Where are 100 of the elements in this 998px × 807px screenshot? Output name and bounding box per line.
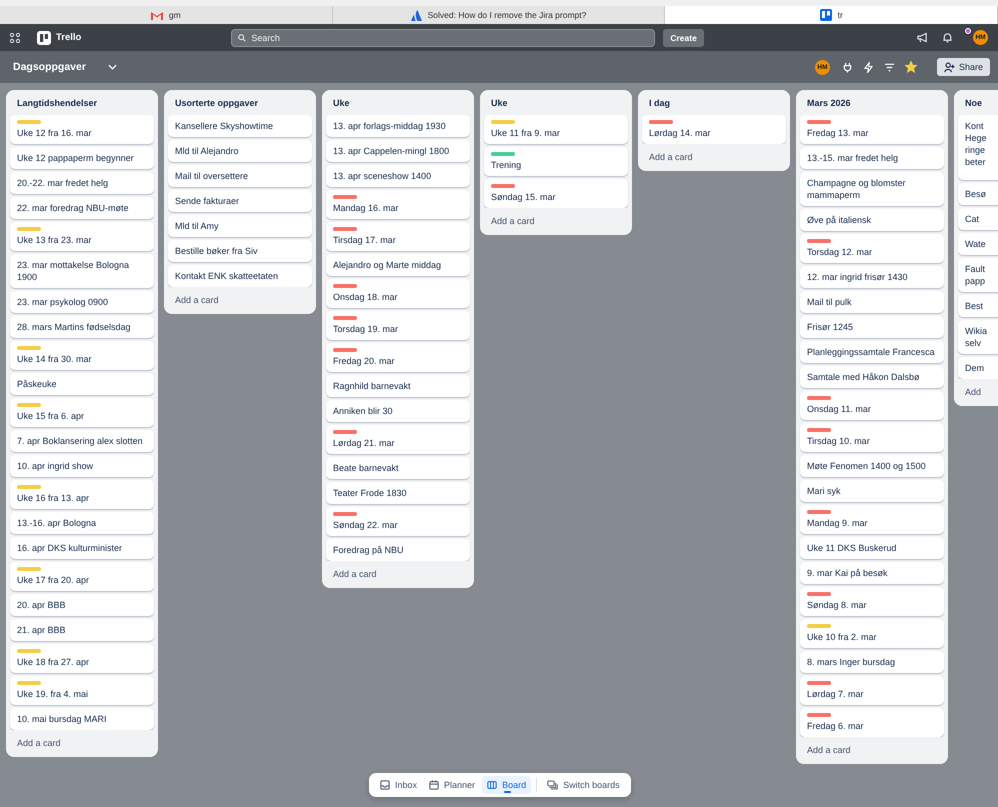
card[interactable]: Fredag 6. mar (800, 708, 944, 737)
card[interactable]: Sende fakturaer (168, 190, 312, 212)
card[interactable]: Champagne og blomster mammaperm (800, 172, 944, 206)
add-card-button[interactable]: Add a card (796, 737, 948, 764)
card[interactable]: Påskeuke (10, 373, 154, 395)
card[interactable]: Fault papp (958, 258, 998, 292)
card[interactable]: 12. mar ingrid frisør 1430 (800, 266, 944, 288)
card[interactable]: Teater Frode 1830 (326, 482, 470, 504)
list-title[interactable]: Langtidshendelser (6, 90, 158, 115)
add-card-button[interactable]: Add a card (164, 287, 316, 314)
card[interactable]: 13. apr forlags-middag 1930 (326, 115, 470, 137)
card[interactable]: Alejandro og Marte middag (326, 254, 470, 276)
card[interactable]: 23. mar mottakelse Bologna 1900 (10, 254, 154, 288)
card[interactable]: Fredag 13. mar (800, 115, 944, 144)
card[interactable]: Søndag 8. mar (800, 587, 944, 616)
card[interactable]: Mandag 9. mar (800, 505, 944, 534)
card[interactable]: Mld til Amy (168, 215, 312, 237)
card[interactable]: 13.-16. apr Bologna (10, 512, 154, 534)
card[interactable]: Frisør 1245 (800, 316, 944, 338)
card[interactable]: Møte Fenomen 1400 og 1500 (800, 455, 944, 477)
card[interactable]: Tirsdag 10. mar (800, 423, 944, 452)
card[interactable]: Samtale med Håkon Dalsbø (800, 366, 944, 388)
card[interactable]: 16. apr DKS kulturminister (10, 537, 154, 559)
nav-tab[interactable]: Inbox (375, 776, 422, 794)
card[interactable]: Uke 11 DKS Buskerud (800, 537, 944, 559)
add-card-button[interactable]: Add a card (6, 730, 158, 757)
share-button[interactable]: Share (936, 58, 990, 76)
card[interactable]: 20. apr BBB (10, 594, 154, 616)
list-title[interactable]: Usorterte oppgaver (164, 90, 316, 115)
card[interactable]: Uke 15 fra 6. apr (10, 398, 154, 427)
board-title[interactable]: Dagsoppgaver (13, 61, 86, 73)
list-title[interactable]: I dag (638, 90, 790, 115)
filter-icon[interactable] (884, 62, 895, 72)
lightning-icon[interactable] (862, 62, 874, 72)
megaphone-icon[interactable] (917, 32, 928, 43)
card[interactable]: Planleggingssamtale Francesca (800, 341, 944, 363)
card[interactable]: Uke 14 fra 30. mar (10, 341, 154, 370)
card[interactable]: Uke 16 fra 13. apr (10, 480, 154, 509)
card[interactable]: Onsdag 18. mar (326, 279, 470, 308)
card[interactable]: 10. mai bursdag MARI (10, 708, 154, 730)
add-card-button[interactable]: Add a card (638, 144, 790, 171)
card[interactable]: 28. mars Martins fødselsdag (10, 316, 154, 338)
card[interactable]: Lørdag 14. mar (642, 115, 786, 144)
nav-tab[interactable]: Switch boards (542, 776, 625, 794)
add-card-button[interactable]: Add a card (322, 561, 474, 588)
card[interactable]: Onsdag 11. mar (800, 391, 944, 420)
card[interactable]: Lørdag 7. mar (800, 676, 944, 705)
card[interactable]: 10. apr ingrid show (10, 455, 154, 477)
card[interactable]: 8. mars Inger bursdag (800, 651, 944, 673)
nav-tab[interactable]: Board (482, 776, 532, 794)
app-switcher-icon[interactable] (10, 32, 20, 42)
card[interactable]: Kontakt ENK skatteetaten (168, 265, 312, 287)
card[interactable]: Tirsdag 17. mar (326, 222, 470, 251)
card[interactable]: Ragnhild barnevakt (326, 375, 470, 397)
card[interactable]: Dem (958, 357, 998, 379)
card[interactable]: 13. apr Cappelen-mingl 1800 (326, 140, 470, 162)
bell-icon[interactable] (942, 32, 953, 43)
card[interactable]: Uke 12 pappaperm begynner (10, 147, 154, 169)
card[interactable]: Lørdag 21. mar (326, 425, 470, 454)
card[interactable]: Mail til pulk (800, 291, 944, 313)
add-card-button[interactable]: Add a card (480, 208, 632, 235)
card[interactable]: Bestille bøker fra Siv (168, 240, 312, 262)
card[interactable]: Trening (484, 147, 628, 176)
add-card-button[interactable]: Add (954, 379, 998, 406)
card[interactable]: Wikia selv (958, 320, 998, 354)
card[interactable]: Øve på italiensk (800, 209, 944, 231)
card[interactable]: Uke 10 fra 2. mar (800, 619, 944, 648)
star-icon[interactable] (904, 61, 917, 73)
create-button[interactable]: Create (663, 28, 704, 46)
card[interactable]: Uke 13 fra 23. mar (10, 222, 154, 251)
card[interactable]: Kansellere Skyshowtime (168, 115, 312, 137)
card[interactable]: 23. mar psykolog 0900 (10, 291, 154, 313)
card[interactable]: 9. mar Kai på besøk (800, 562, 944, 584)
card[interactable]: 13. apr sceneshow 1400 (326, 165, 470, 187)
board-logo-icon[interactable] (37, 30, 51, 44)
card[interactable]: Uke 12 fra 16. mar (10, 115, 154, 144)
card[interactable]: 7. apr Boklansering alex slotten (10, 430, 154, 452)
chevron-down-icon[interactable] (108, 64, 117, 70)
card[interactable]: Uke 17 fra 20. apr (10, 562, 154, 591)
search-input[interactable]: Search (251, 32, 648, 42)
search-field[interactable]: Search (231, 28, 656, 46)
card[interactable]: Mail til oversettere (168, 165, 312, 187)
card[interactable]: Mandag 16. mar (326, 190, 470, 219)
card[interactable]: Fredag 20. mar (326, 343, 470, 372)
card[interactable]: Mld til Alejandro (168, 140, 312, 162)
card[interactable]: Søndag 22. mar (326, 507, 470, 536)
card[interactable]: Uke 18 fra 27. apr (10, 644, 154, 673)
card[interactable]: Cat (958, 208, 998, 230)
list-title[interactable]: Uke (480, 90, 632, 115)
browser-tab[interactable]: tr (665, 6, 998, 24)
plug-icon[interactable] (842, 62, 853, 72)
card[interactable]: Anniken blir 30 (326, 400, 470, 422)
card[interactable]: 22. mar foredrag NBU-møte (10, 197, 154, 219)
list-title[interactable]: Uke (322, 90, 474, 115)
card[interactable]: Uke 19. fra 4. mai (10, 676, 154, 705)
card[interactable]: Mari syk (800, 480, 944, 502)
nav-tab[interactable]: Planner (424, 776, 480, 794)
app-name[interactable]: Trello (56, 32, 82, 43)
card[interactable]: Besø (958, 183, 998, 205)
card[interactable]: Best (958, 295, 998, 317)
